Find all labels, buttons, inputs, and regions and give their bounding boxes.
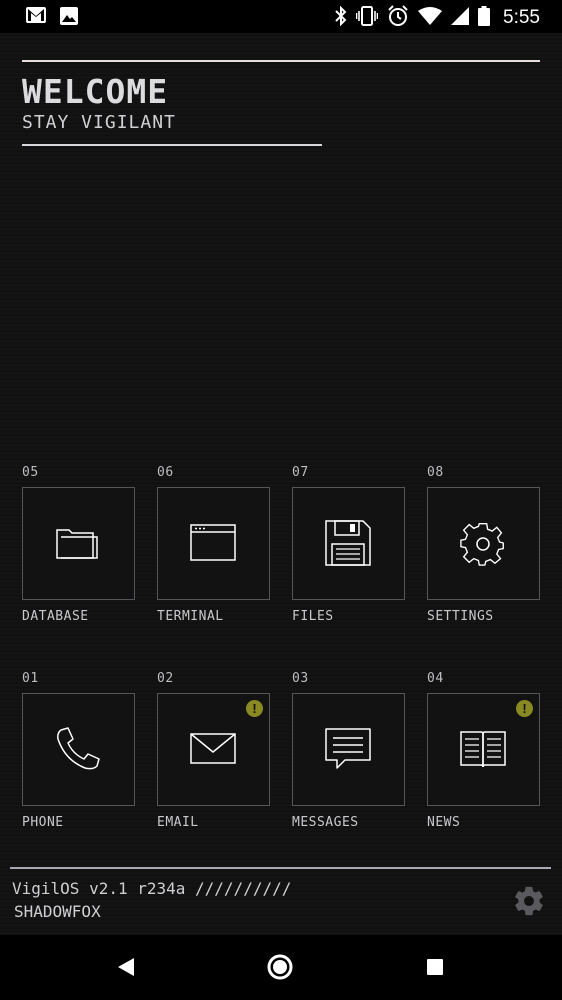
battery-icon: [478, 6, 491, 30]
username: SHADOWFOX: [14, 902, 101, 921]
app-label: TERMINAL: [157, 609, 224, 624]
app-number: 08: [427, 465, 444, 480]
wifi-icon: [418, 7, 443, 29]
recents-icon[interactable]: [426, 958, 444, 980]
image-icon: [60, 7, 78, 29]
os-version: VigilOS v2.1 r234a //////////: [12, 879, 292, 898]
title-underline: [22, 144, 322, 146]
alert-badge: !: [246, 700, 263, 717]
page-subtitle: STAY VIGILANT: [22, 112, 176, 133]
status-bar: 5:55: [0, 0, 562, 33]
page-title: WELCOME: [22, 72, 169, 111]
launcher-settings-gear-icon[interactable]: [512, 884, 546, 922]
gmail-icon: [26, 7, 46, 29]
clock: 5:55: [503, 7, 540, 28]
gear-icon: [460, 522, 504, 566]
envelope-icon: [190, 733, 236, 764]
app-number: 07: [292, 465, 309, 480]
app-label: NEWS: [427, 815, 461, 830]
terminal-app-button[interactable]: [157, 487, 270, 600]
home-icon[interactable]: [266, 953, 294, 985]
chat-bubble-icon: [325, 728, 371, 769]
app-label: SETTINGS: [427, 609, 494, 624]
header-divider: [22, 60, 540, 62]
app-label: MESSAGES: [292, 815, 359, 830]
app-label: DATABASE: [22, 609, 89, 624]
vibrate-icon: [355, 6, 379, 30]
files-app-button[interactable]: [292, 487, 405, 600]
floppy-disk-icon: [325, 520, 371, 566]
window-icon: [190, 524, 236, 561]
app-number: 04: [427, 671, 444, 686]
app-label: EMAIL: [157, 815, 199, 830]
app-number: 01: [22, 671, 39, 686]
home-screen: WELCOME STAY VIGILANT 05 DATABASE 06 TER…: [0, 33, 562, 935]
cell-signal-icon: [451, 7, 470, 29]
messages-app-button[interactable]: [292, 693, 405, 806]
email-app-button[interactable]: !: [157, 693, 270, 806]
news-app-button[interactable]: !: [427, 693, 540, 806]
navigation-bar: [0, 935, 562, 1000]
phone-icon: [57, 727, 100, 770]
back-icon[interactable]: [114, 952, 138, 986]
app-number: 02: [157, 671, 174, 686]
app-label: FILES: [292, 609, 334, 624]
database-app-button[interactable]: [22, 487, 135, 600]
folder-icon: [56, 529, 98, 559]
book-icon: [460, 731, 506, 768]
app-number: 06: [157, 465, 174, 480]
alarm-icon: [387, 5, 409, 31]
app-label: PHONE: [22, 815, 64, 830]
app-number: 05: [22, 465, 39, 480]
footer-divider: [10, 867, 551, 869]
alert-badge: !: [516, 700, 533, 717]
app-number: 03: [292, 671, 309, 686]
settings-app-button[interactable]: [427, 487, 540, 600]
bluetooth-icon: [335, 5, 347, 30]
phone-app-button[interactable]: [22, 693, 135, 806]
